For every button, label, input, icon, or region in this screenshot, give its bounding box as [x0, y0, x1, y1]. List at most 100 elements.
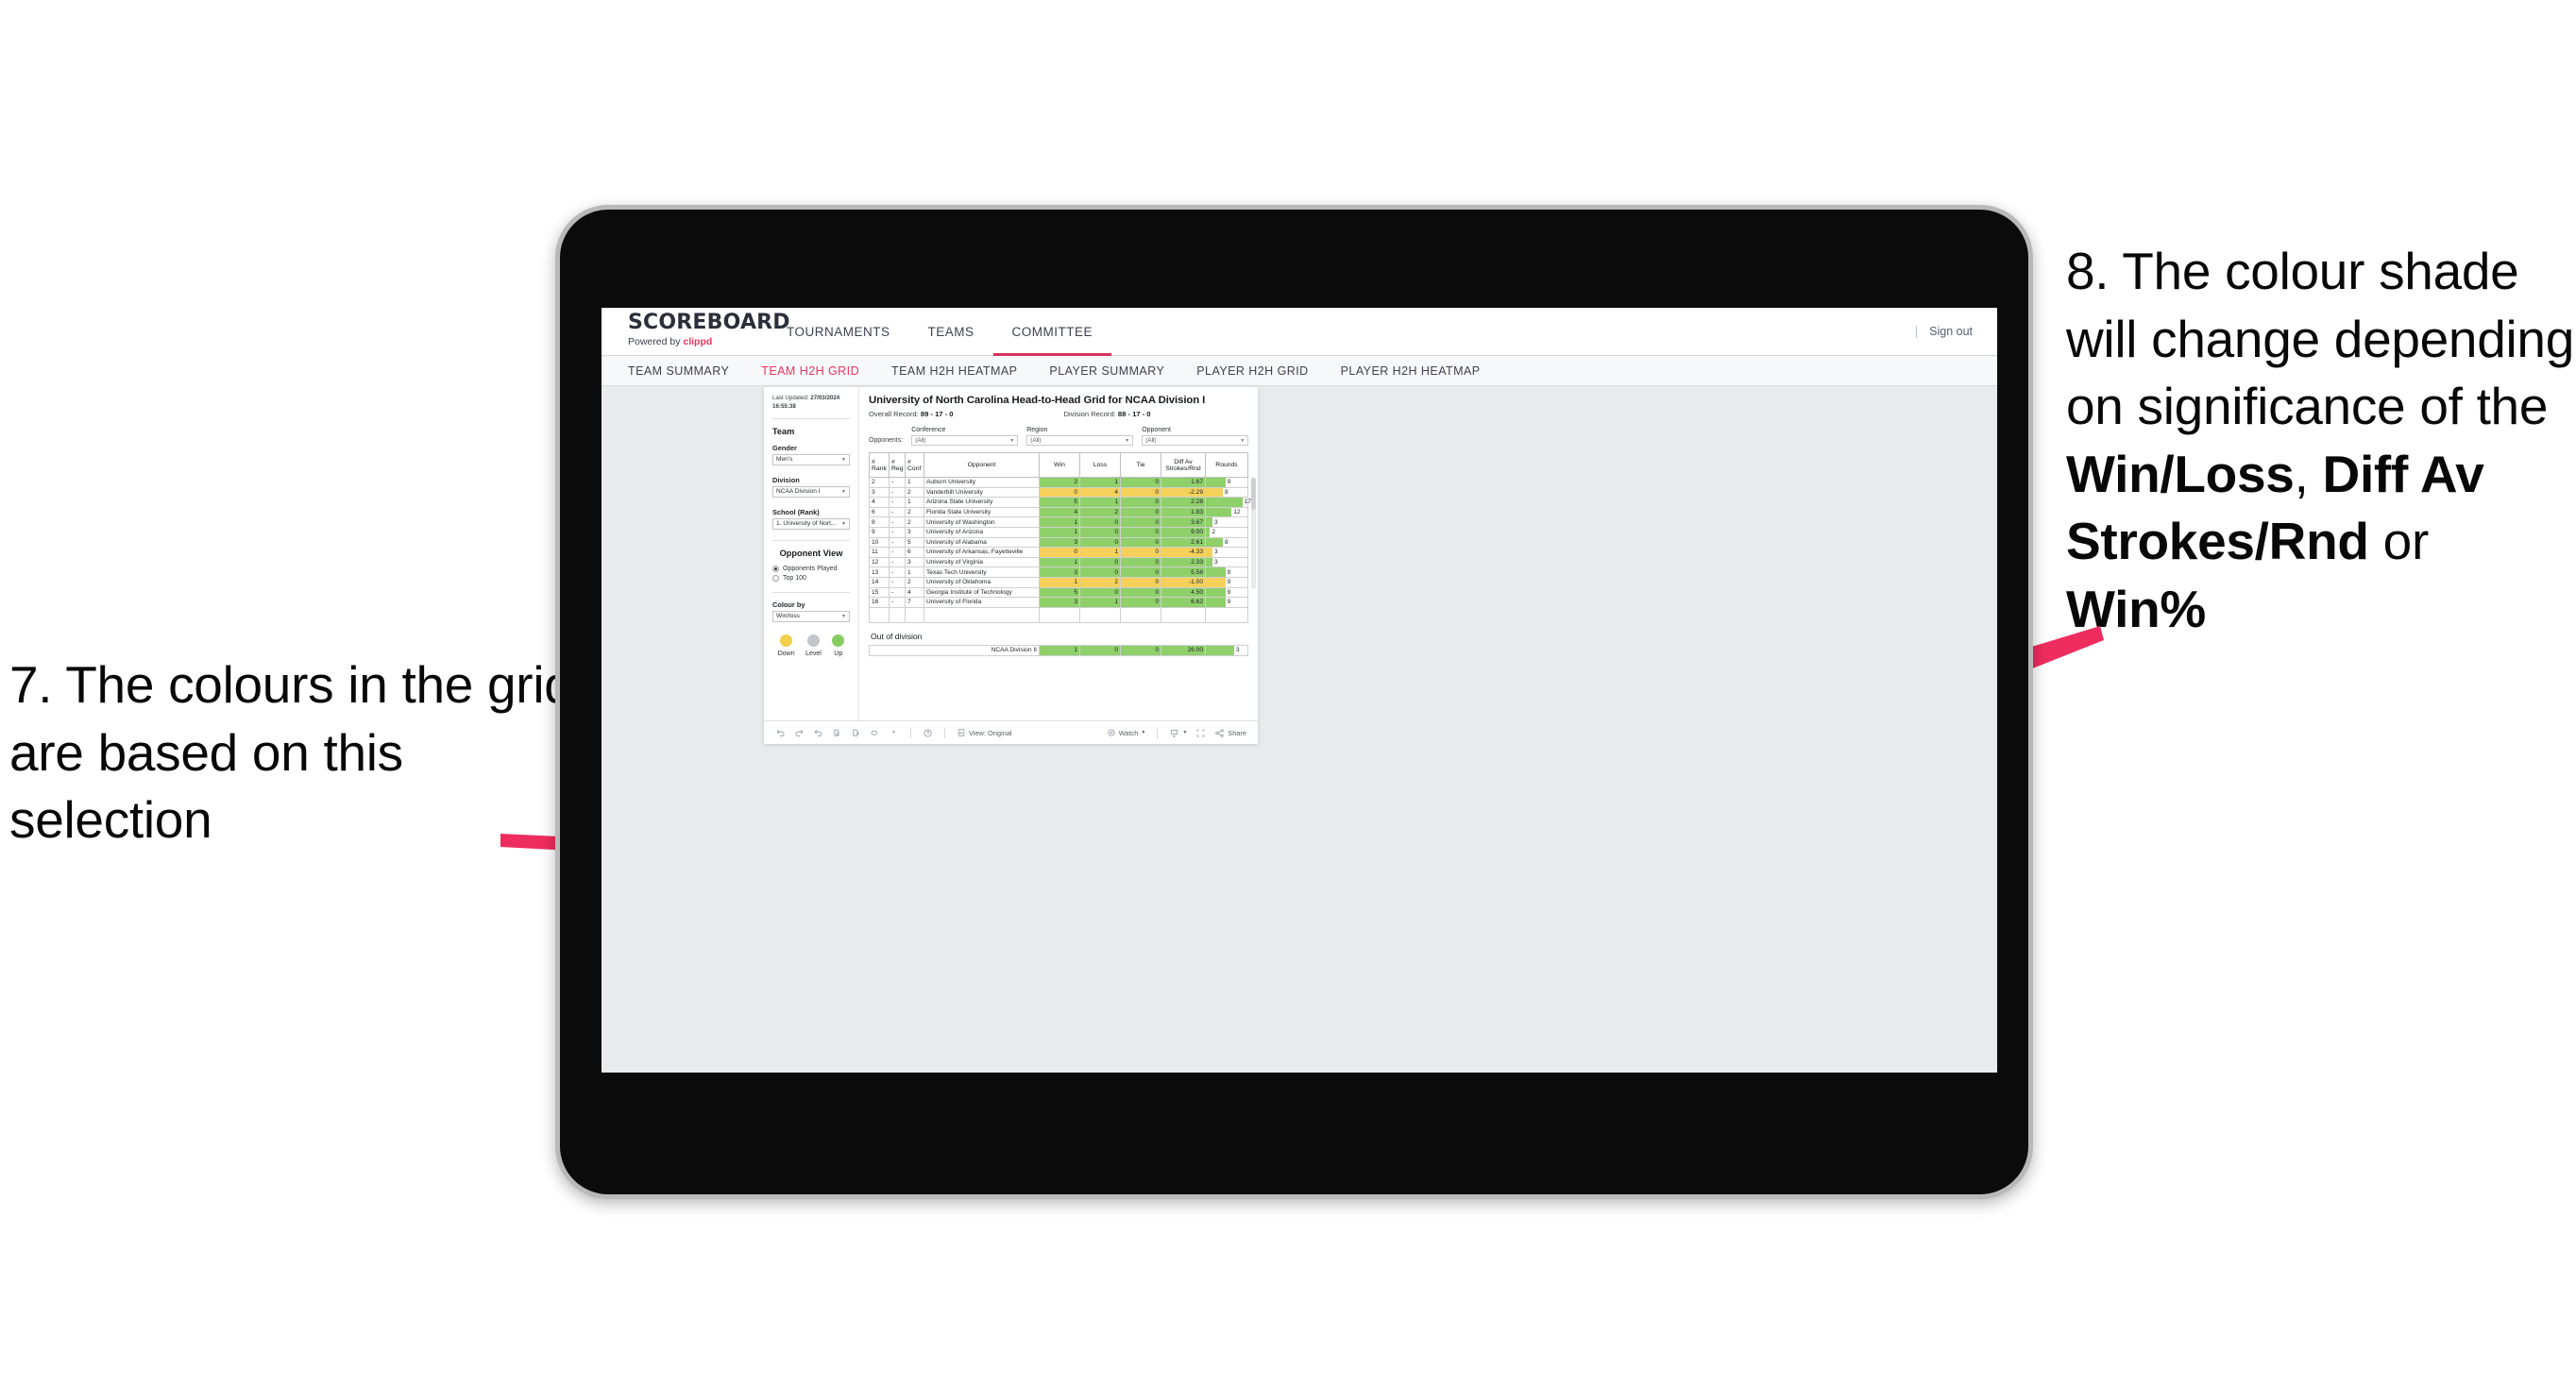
download-button[interactable]: ▼: [1169, 728, 1187, 738]
table-row[interactable]: 16-7 University of Florida 3 1 0 6.62 9: [869, 597, 1248, 608]
table-row[interactable]: 2-1 Auburn University 2 1 0 1.67 9: [869, 477, 1248, 488]
watch-button[interactable]: Watch ▼: [1107, 728, 1146, 737]
tablet-screen: SCOREBOARD Powered by clippd TOURNAMENTS…: [602, 308, 1997, 1073]
cell-reg: -: [889, 516, 906, 528]
ood-rounds-bar: [1206, 645, 1234, 656]
cell-rank: 16: [869, 597, 890, 608]
cell-conf: 2: [905, 506, 924, 518]
subnav-item-team-h2h-heatmap[interactable]: TEAM H2H HEATMAP: [891, 364, 1017, 378]
table-row[interactable]: 9-3 University of Arizona 1 0 0 9.00 2: [869, 526, 1248, 538]
nav-item-teams[interactable]: TEAMS: [909, 308, 993, 355]
radio-top-100[interactable]: Top 100: [772, 574, 850, 582]
undo-icon[interactable]: [775, 728, 786, 738]
cell-loss: 0: [1079, 536, 1121, 549]
region-filter-value: (All): [1030, 437, 1042, 444]
cell-loss: 1: [1079, 547, 1121, 558]
cell-rounds: 9: [1205, 597, 1248, 608]
cell-conf: 1: [905, 566, 924, 578]
th-conf: # Conf: [905, 452, 924, 478]
cell-diff: 3.67: [1161, 516, 1206, 528]
cell-diff: -2.29: [1161, 486, 1206, 499]
colour-by-select[interactable]: Win/loss ▼: [772, 610, 850, 622]
view-original-button[interactable]: View: Original: [957, 728, 1011, 737]
cell-loss: 0: [1079, 566, 1121, 578]
table-row[interactable]: 3-2 Vanderbilt University 0 4 0 -2.29 8: [869, 486, 1248, 499]
subnav-item-player-h2h-heatmap[interactable]: PLAYER H2H HEATMAP: [1341, 364, 1481, 378]
cell-loss: 0: [1079, 526, 1121, 538]
subnav-item-player-summary[interactable]: PLAYER SUMMARY: [1049, 364, 1164, 378]
table-row[interactable]: 6-2 Florida State University 4 2 0 1.83 12: [869, 506, 1248, 518]
cell-rank: 10: [869, 536, 890, 549]
annotation-8-mid-2: or: [2368, 512, 2430, 570]
cell-rounds: 3: [1205, 547, 1248, 558]
nav-item-committee[interactable]: COMMITTEE: [992, 308, 1112, 356]
cell-empty: [924, 606, 1040, 623]
rounds-bar: [1206, 587, 1226, 598]
cell-rank: 9: [869, 526, 890, 538]
subnav-item-team-summary[interactable]: TEAM SUMMARY: [628, 364, 729, 378]
cell-opponent: University of Alabama: [924, 536, 1040, 549]
cell-empty: [1120, 606, 1161, 623]
school-select[interactable]: 1. University of Nort... ▼: [772, 517, 850, 530]
table-row[interactable]: 15-4 Georgia Institute of Technology 5 0 0 4.…: [869, 586, 1248, 599]
pause-icon[interactable]: [851, 728, 861, 738]
revert-icon[interactable]: [813, 728, 823, 738]
school-value: 1. University of Nort...: [776, 520, 837, 528]
th-reg: # Reg: [889, 452, 906, 478]
cell-diff: 9.00: [1161, 526, 1206, 538]
th-diff-line1: Diff Av: [1174, 458, 1193, 465]
gender-select[interactable]: Men's ▼: [772, 453, 850, 465]
rounds-bar: [1206, 598, 1226, 607]
annotation-8-prefix: 8. The colour shade will change dependin…: [2066, 242, 2575, 435]
opponent-filter-select[interactable]: (All) ▼: [1142, 435, 1249, 446]
region-filter-select[interactable]: (All) ▼: [1026, 435, 1134, 446]
subnav-item-player-h2h-grid[interactable]: PLAYER H2H GRID: [1196, 364, 1308, 378]
tablet-device-frame: SCOREBOARD Powered by clippd TOURNAMENTS…: [555, 205, 2033, 1199]
h2h-table-wrapper: # Rank # Reg # Conf Opponent Win Loss Ti…: [869, 452, 1256, 623]
refresh-icon[interactable]: [832, 728, 842, 738]
division-record-label: Division Record:: [1063, 410, 1118, 418]
cell-tie: 0: [1120, 556, 1161, 568]
cell-loss: 0: [1079, 556, 1121, 568]
ood-tie: 0: [1120, 644, 1161, 657]
legend-dot-level: [806, 634, 820, 647]
chevron-down-icon: ▼: [1141, 730, 1146, 735]
help-icon[interactable]: [923, 728, 933, 738]
table-row[interactable]: 12-3 University of Virginia 1 0 0 2.33 3: [869, 556, 1248, 568]
table-row[interactable]: 11-6 University of Arkansas, Fayetteville…: [869, 547, 1248, 558]
cell-conf: 2: [905, 516, 924, 528]
rounds-bar: [1206, 577, 1226, 587]
team-section-heading: Team: [772, 426, 795, 436]
share-button[interactable]: Share: [1214, 728, 1246, 738]
ood-rounds: 3: [1205, 644, 1248, 657]
cell-diff: 2.61: [1161, 536, 1206, 549]
table-row[interactable]: 8-2 University of Washington 1 0 0 3.67 3: [869, 516, 1248, 528]
chevron-down-icon[interactable]: ▼: [889, 728, 899, 738]
out-of-division-title: Out of division: [871, 631, 923, 641]
division-record: Division Record: 88 - 17 - 0: [1064, 410, 1151, 418]
fullscreen-icon[interactable]: [1195, 728, 1206, 738]
table-row[interactable]: 4-1 Arizona State University 5 1 0 2.28 17: [869, 497, 1251, 508]
redo-icon[interactable]: [794, 728, 805, 738]
sign-out-link[interactable]: Sign out: [1929, 325, 1973, 338]
rounds-bar: [1206, 507, 1232, 517]
table-row[interactable]: 14-2 University of Oklahoma 1 2 0 -1.00 9: [869, 576, 1248, 588]
cell-rank: 14: [869, 576, 890, 588]
table-row[interactable]: 13-1 Texas Tech University 3 0 0 5.56 9: [869, 566, 1248, 578]
table-scrollbar[interactable]: [1251, 478, 1256, 589]
subnav-item-team-h2h-grid[interactable]: TEAM H2H GRID: [761, 364, 859, 378]
alerts-icon[interactable]: [870, 728, 880, 738]
cell-rank: 13: [869, 566, 890, 578]
division-value: NCAA Division I: [776, 488, 821, 496]
division-select[interactable]: NCAA Division I ▼: [772, 485, 850, 498]
conference-filter-select[interactable]: (All) ▼: [911, 435, 1019, 446]
cell-opponent: University of Arkansas, Fayetteville: [924, 547, 1040, 558]
table-scrollbar-thumb[interactable]: [1251, 478, 1256, 510]
cell-reg: -: [889, 556, 906, 568]
nav-item-tournaments[interactable]: TOURNAMENTS: [768, 308, 909, 355]
cell-rounds: 17: [1205, 497, 1251, 508]
rounds-value: 8: [1225, 488, 1229, 496]
table-row[interactable]: 10-5 University of Alabama 3 0 0 2.61 8: [869, 536, 1248, 549]
radio-opponents-played[interactable]: Opponents Played: [772, 565, 850, 572]
cell-loss: 1: [1079, 497, 1121, 508]
